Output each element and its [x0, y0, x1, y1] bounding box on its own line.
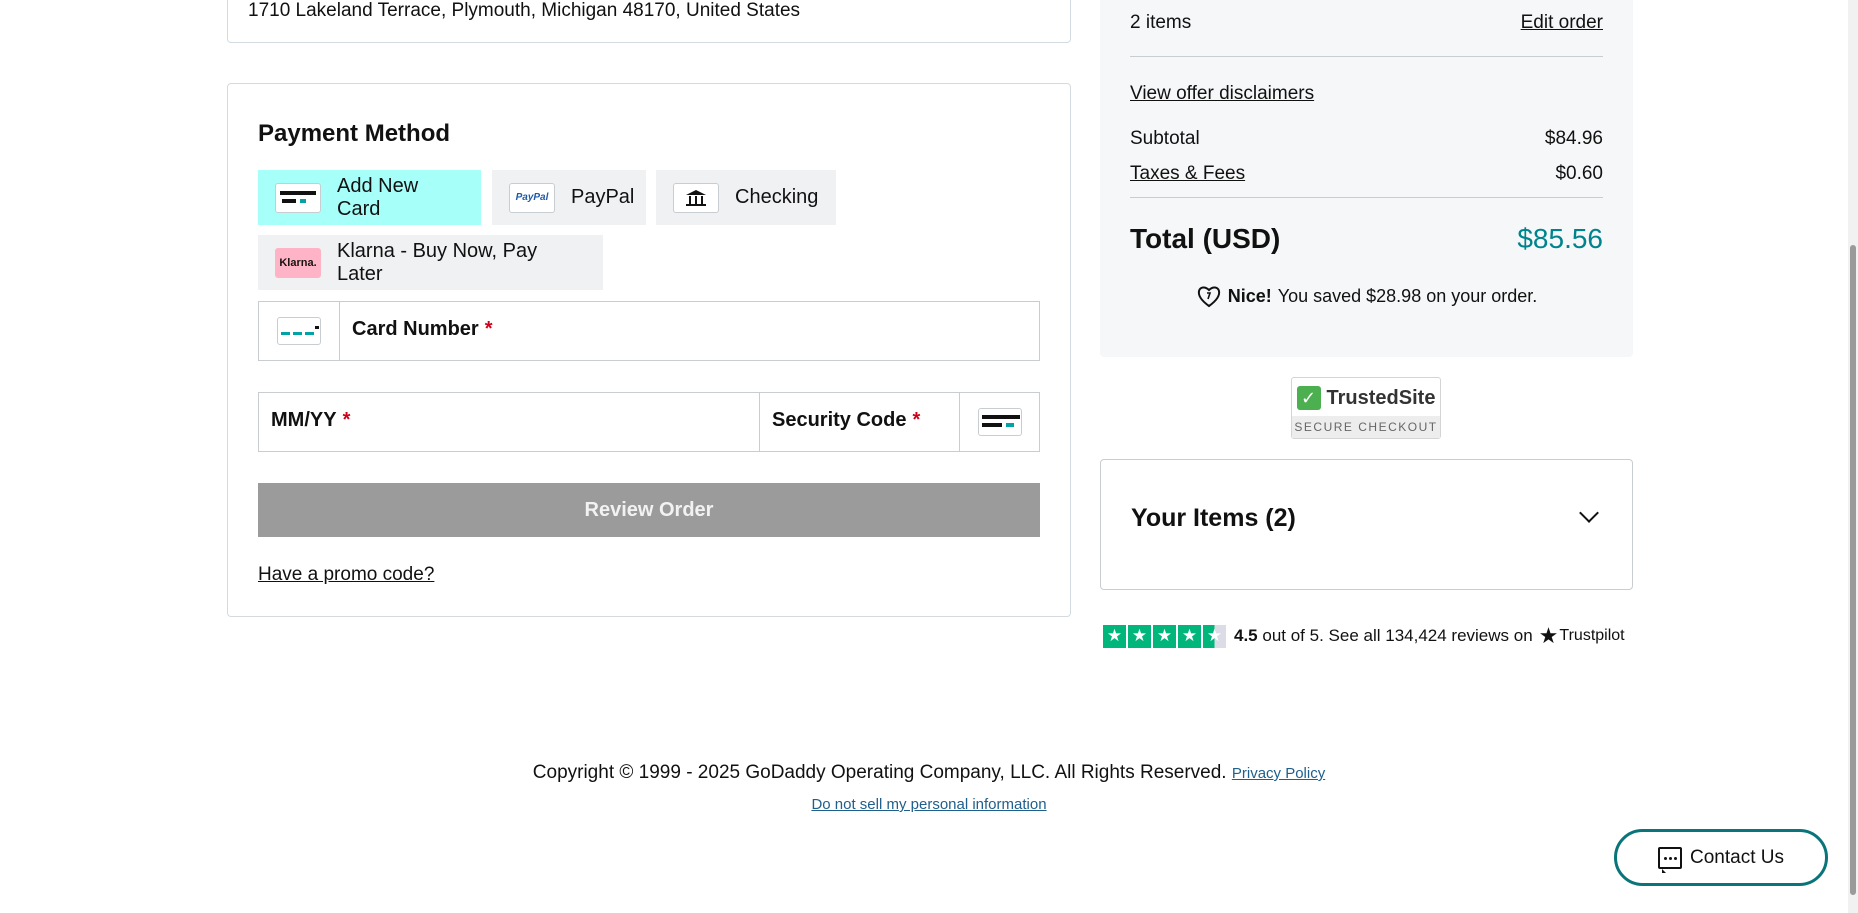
trustpilot-rating[interactable]: ★ ★ ★ ★ ★ 4.5 out of 5. See all 134,424 … — [1103, 623, 1625, 649]
trustpilot-logo: ★ Trustpilot — [1538, 623, 1625, 648]
paypal-icon: PayPal — [509, 182, 555, 213]
rating-text: out of 5. See all 134,424 reviews on — [1262, 626, 1533, 645]
savings-text: You saved $28.98 on your order. — [1277, 285, 1538, 306]
divider — [1130, 197, 1603, 198]
payment-option-klarna[interactable]: Klarna. Klarna - Buy Now, Pay Later — [258, 235, 603, 290]
do-not-sell-link[interactable]: Do not sell my personal information — [811, 796, 1046, 813]
footer-secondary: Do not sell my personal information — [0, 796, 1858, 814]
expiry-field[interactable]: MM/YY * — [258, 392, 760, 452]
promo-code-link[interactable]: Have a promo code? — [258, 564, 434, 586]
taxes-row: Taxes & Fees $0.60 — [1130, 163, 1603, 185]
contact-us-button[interactable]: Contact Us — [1614, 829, 1828, 886]
card-number-label: Card Number * — [352, 318, 493, 340]
total-label: Total (USD) — [1130, 223, 1281, 254]
scrollbar[interactable] — [1848, 0, 1858, 913]
payment-option-label: Add New Card — [337, 174, 419, 220]
trustedsite-subtitle: SECURE CHECKOUT — [1292, 416, 1440, 438]
savings-message: Nice! You saved $28.98 on your order. — [1100, 284, 1633, 308]
star-icon: ★ — [1103, 624, 1126, 648]
chevron-down-icon[interactable] — [1579, 503, 1599, 523]
payment-method-card: Payment Method Add New Card PayPal PayPa… — [227, 83, 1071, 617]
order-summary: 2 items Edit order View offer disclaimer… — [1100, 0, 1633, 357]
savings-prefix: Nice! — [1227, 285, 1272, 306]
expiry-label: MM/YY * — [271, 409, 351, 431]
divider — [1130, 56, 1603, 57]
credit-card-icon — [275, 182, 321, 213]
subtotal-label: Subtotal — [1130, 128, 1200, 149]
offer-disclaimers-row: View offer disclaimers — [1130, 83, 1603, 105]
contact-us-label: Contact Us — [1690, 846, 1784, 868]
footer: Copyright © 1999 - 2025 GoDaddy Operatin… — [0, 762, 1858, 784]
card-number-icon — [277, 317, 321, 345]
total-row: Total (USD) $85.56 — [1130, 223, 1603, 255]
required-mark: * — [484, 318, 493, 340]
payment-option-label: Klarna - Buy Now, Pay Later — [337, 239, 538, 285]
offer-disclaimers-link[interactable]: View offer disclaimers — [1130, 83, 1314, 105]
your-items-title: Your Items (2) — [1131, 504, 1296, 532]
star-icon: ★ — [1128, 624, 1151, 648]
check-icon: ✓ — [1296, 386, 1321, 410]
star-icon: ★ — [1178, 624, 1201, 648]
payment-option-checking[interactable]: Checking — [656, 170, 836, 225]
trustedsite-title: TrustedSite — [1326, 386, 1436, 409]
total-value: $85.56 — [1517, 223, 1603, 254]
review-order-button[interactable]: Review Order — [258, 483, 1040, 537]
security-code-label: Security Code * — [772, 409, 921, 431]
copyright-text: Copyright © 1999 - 2025 GoDaddy Operatin… — [532, 762, 1227, 783]
payment-option-add-new-card[interactable]: Add New Card — [258, 170, 481, 225]
chat-icon — [1658, 846, 1682, 873]
shipping-address-text: 1710 Lakeland Terrace, Plymouth, Michiga… — [248, 0, 801, 21]
subtotal-row: Subtotal $84.96 — [1130, 128, 1603, 150]
payment-option-paypal[interactable]: PayPal PayPal — [492, 170, 646, 225]
required-mark: * — [912, 409, 921, 431]
shipping-address-card: 1710 Lakeland Terrace, Plymouth, Michiga… — [227, 0, 1071, 43]
rating-value: 4.5 — [1234, 626, 1258, 645]
payment-option-label: Checking — [735, 186, 819, 208]
half-star-icon: ★ — [1203, 624, 1226, 648]
scrollbar-thumb[interactable] — [1850, 245, 1856, 895]
klarna-icon: Klarna. — [275, 247, 321, 278]
security-code-icon — [977, 408, 1022, 436]
privacy-policy-link[interactable]: Privacy Policy — [1232, 765, 1325, 782]
security-code-field[interactable]: Security Code * — [759, 392, 1040, 452]
items-count: 2 items — [1130, 12, 1192, 33]
taxes-fees-link[interactable]: Taxes & Fees — [1130, 163, 1245, 185]
taxes-value: $0.60 — [1555, 163, 1603, 184]
bank-icon — [673, 182, 719, 213]
rating-stars: ★ ★ ★ ★ ★ — [1103, 624, 1226, 648]
payment-option-label: PayPal — [571, 186, 635, 208]
trustpilot-star-icon: ★ — [1538, 623, 1559, 648]
edit-order-link[interactable]: Edit order — [1521, 12, 1603, 34]
required-mark: * — [342, 409, 351, 431]
subtotal-value: $84.96 — [1544, 128, 1603, 149]
your-items-panel[interactable]: Your Items (2) — [1100, 459, 1633, 590]
godaddy-heart-icon — [1197, 286, 1220, 308]
items-row: 2 items Edit order — [1130, 12, 1603, 34]
payment-method-title: Payment Method — [258, 120, 451, 147]
star-icon: ★ — [1153, 624, 1176, 648]
trustedsite-badge[interactable]: ✓ TrustedSite SECURE CHECKOUT — [1291, 377, 1441, 439]
card-number-field[interactable]: Card Number * — [258, 301, 1040, 361]
